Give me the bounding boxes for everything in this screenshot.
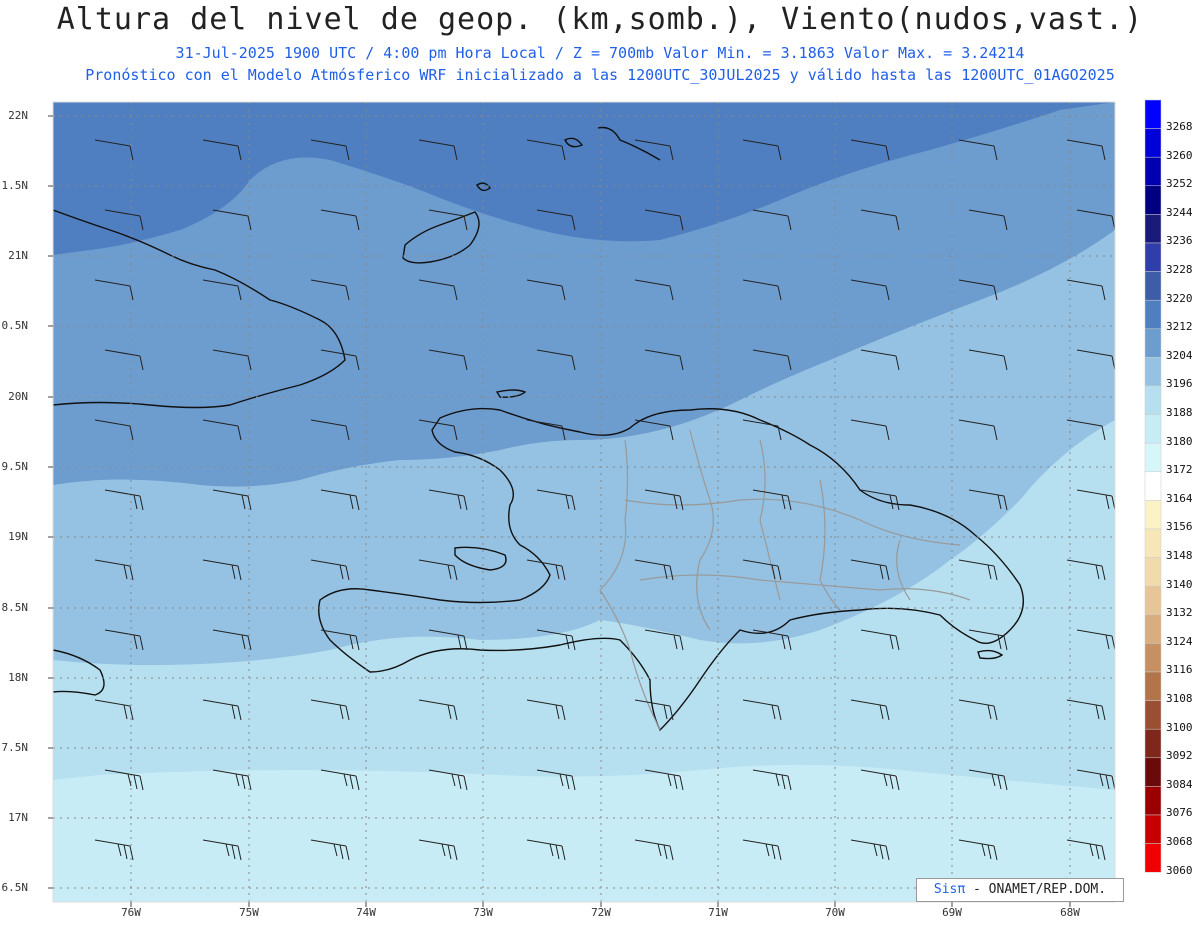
colorbar-label: 3124 [1166,634,1193,648]
colorbar-swatch [1144,585,1162,616]
lon-label: 76W [121,906,141,919]
lat-label: 8.5N [1,601,29,614]
colorbar-swatch [1144,414,1162,444]
lon-label: 69W [942,906,962,919]
lat-label: 18N [8,671,28,684]
colorbar-swatch [1144,500,1162,530]
lon-label: 72W [591,906,611,919]
colorbar-label: 3260 [1166,148,1193,162]
colorbar-label: 3268 [1166,120,1193,133]
colorbar-swatch [1144,471,1162,501]
lat-label: 6.5N [1,881,29,894]
colorbar-swatch [1144,528,1162,558]
colorbar-label: 3172 [1166,463,1193,477]
colorbar-swatch [1144,700,1162,730]
colorbar-label: 3196 [1166,377,1193,391]
colorbar-swatch [1144,242,1162,272]
colorbar-label: 3188 [1166,406,1193,419]
wind-barb [645,910,683,927]
credit-text: - ONAMET/REP.DOM. [965,882,1107,897]
colorbar-label: 3076 [1166,806,1193,820]
forecast-map [48,99,1162,927]
wind-barb [969,910,1007,927]
colorbar-label: 3156 [1166,520,1193,534]
sispi-logo-text: Sisπ [933,882,966,897]
colorbar-swatch [1144,843,1162,873]
geopotential-field [53,102,1115,902]
lon-label: 75W [239,906,259,919]
colorbar-swatch [1144,671,1162,701]
colorbar-label: 3068 [1166,835,1193,848]
lon-label: 70W [825,906,845,919]
colorbar-label: 3204 [1166,348,1193,362]
lat-label: 19N [8,530,28,543]
lat-label: 7.5N [1,741,29,754]
colorbar-swatch [1144,442,1162,473]
colorbar-swatch [1144,385,1162,415]
wind-barb [537,910,575,927]
colorbar-label: 3092 [1166,749,1193,763]
wind-barb [753,910,791,927]
colorbar-swatch [1144,614,1162,644]
colorbar-label: 3252 [1166,177,1193,191]
colorbar-label: 3132 [1166,606,1193,620]
colorbar-swatch [1144,214,1162,244]
lat-label: 1.5N [1,179,29,192]
colorbar-label: 3100 [1166,720,1193,734]
credit-box: Sisπ - ONAMET/REP.DOM. [916,878,1124,902]
colorbar-swatch [1144,557,1162,587]
colorbar-swatch [1144,643,1162,673]
lat-label: 17N [8,811,28,824]
lat-label: 22N [8,109,28,122]
lon-label: 74W [356,906,376,919]
colorbar-swatch [1144,328,1162,358]
colorbar-swatch [1144,128,1162,158]
colorbar-swatch [1144,814,1162,844]
lon-label: 73W [473,906,493,919]
colorbar-swatch [1144,786,1162,816]
colorbar-swatch [1144,156,1162,187]
lon-label: 71W [708,906,728,919]
colorbar-swatch [1144,271,1162,301]
lat-label: 9.5N [1,460,29,473]
colorbar-swatch [1144,185,1162,215]
wind-barb [429,910,467,927]
lat-label: 21N [8,249,28,262]
colorbar-label: 3140 [1166,577,1193,591]
colorbar-label: 3180 [1166,434,1193,448]
colorbar [1144,99,1162,873]
lon-label: 68W [1060,906,1080,919]
colorbar-label: 3108 [1166,692,1193,705]
lat-label: 20N [8,390,28,403]
colorbar-label: 3060 [1166,863,1193,877]
colorbar-label: 3164 [1166,491,1193,505]
colorbar-label: 3116 [1166,663,1193,677]
colorbar-label: 3084 [1166,777,1193,791]
colorbar-swatch [1144,299,1162,330]
colorbar-label: 3220 [1166,291,1193,305]
colorbar-label: 3244 [1166,205,1193,219]
colorbar-swatch [1144,357,1162,387]
colorbar-swatch [1144,728,1162,759]
colorbar-label: 3148 [1166,549,1193,562]
colorbar-label: 3212 [1166,320,1193,334]
colorbar-swatch [1144,757,1162,787]
lat-label: 0.5N [1,319,29,332]
colorbar-label: 3228 [1166,263,1193,276]
colorbar-label: 3236 [1166,234,1193,248]
wind-barb [861,910,899,927]
colorbar-swatch [1144,99,1162,129]
